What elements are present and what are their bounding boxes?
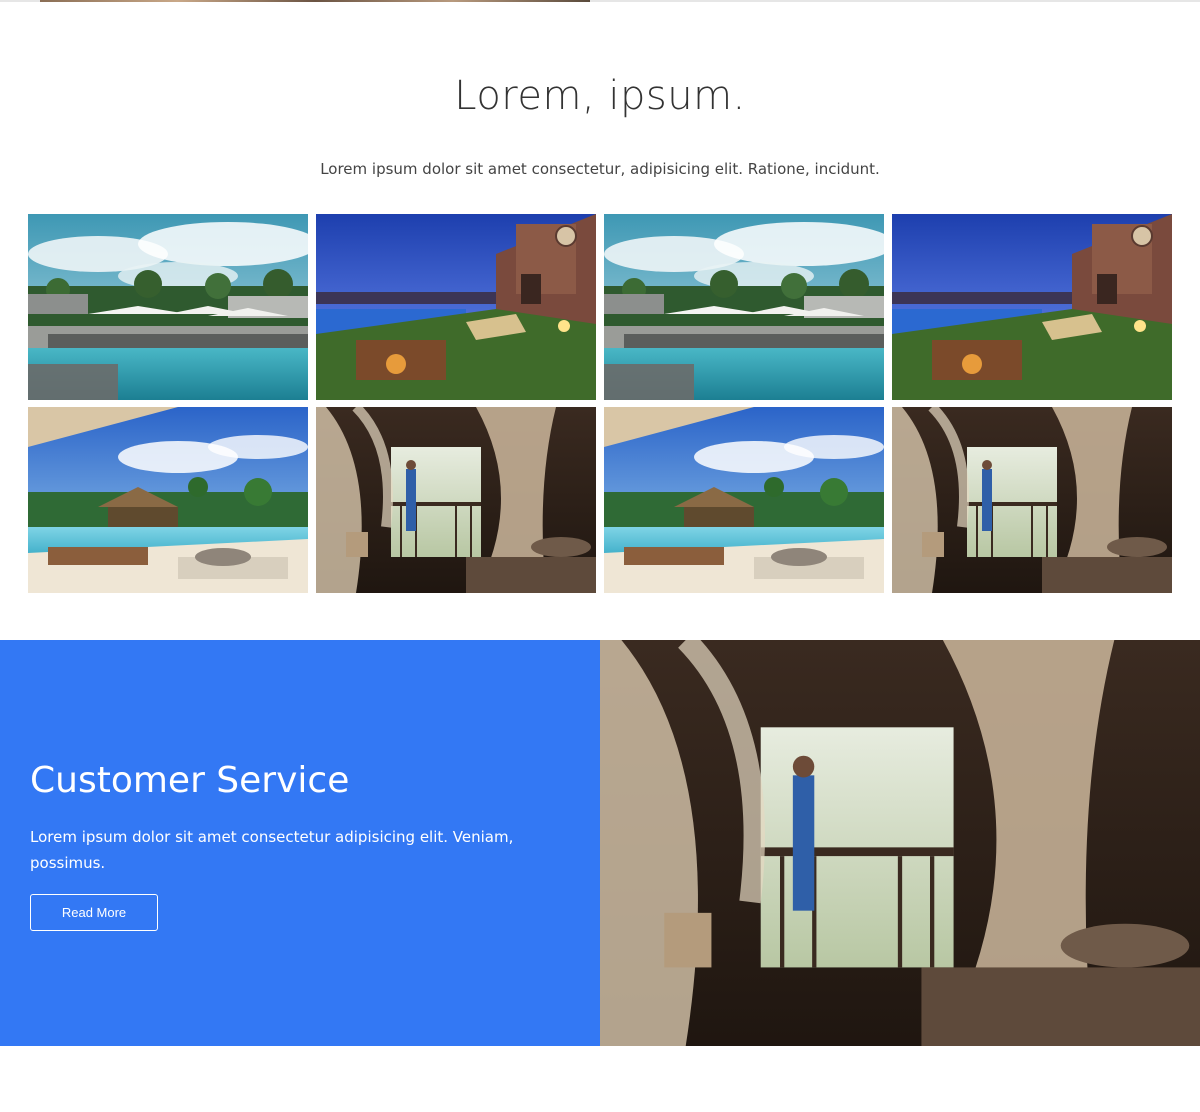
gallery-grid (28, 214, 1172, 594)
gallery-image-pool-dusk[interactable] (892, 214, 1172, 400)
customer-service-image (600, 640, 1200, 1046)
customer-service-title: Customer Service (30, 760, 350, 801)
customer-service-section: Customer Service Lorem ipsum dolor sit a… (0, 640, 1200, 1046)
gallery-title: Lorem, ipsum. (454, 73, 746, 119)
read-more-button[interactable]: Read More (30, 894, 158, 931)
gallery-image-pool-tropical[interactable] (28, 407, 308, 593)
gallery-image-bedroom-canopy[interactable] (892, 407, 1172, 593)
previous-section-image-edge (40, 0, 590, 2)
gallery-image-pool-day[interactable] (604, 214, 884, 400)
gallery-image-pool-day[interactable] (28, 214, 308, 400)
gallery-image-pool-tropical[interactable] (604, 407, 884, 593)
gallery-image-pool-dusk[interactable] (316, 214, 596, 400)
gallery-subtitle: Lorem ipsum dolor sit amet consectetur, … (320, 160, 880, 178)
customer-service-panel: Customer Service Lorem ipsum dolor sit a… (0, 640, 600, 1046)
gallery-header: Lorem, ipsum. Lorem ipsum dolor sit amet… (0, 70, 1200, 180)
gallery-image-bedroom-canopy[interactable] (316, 407, 596, 593)
customer-service-text: Lorem ipsum dolor sit amet consectetur a… (30, 828, 514, 872)
